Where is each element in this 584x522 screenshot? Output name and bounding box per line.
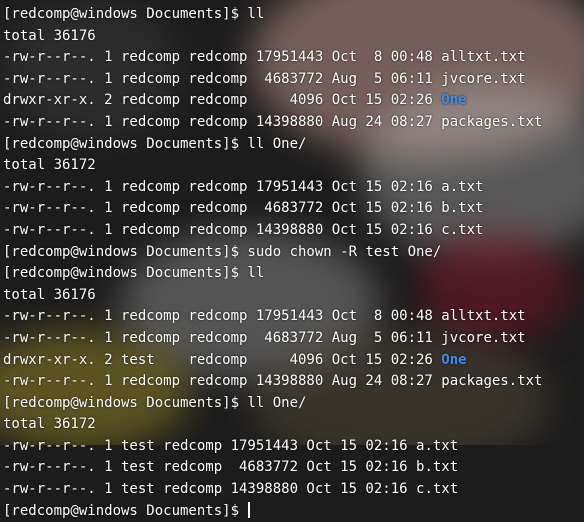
terminal-line: [redcomp@windows Documents]$ bbox=[3, 501, 584, 522]
terminal-text: jvcore.txt bbox=[441, 329, 526, 346]
terminal-text: -rw-r--r--. 1 test redcomp 14398880 Oct … bbox=[3, 481, 417, 498]
terminal-text: total 36176 bbox=[3, 286, 96, 303]
directory-name: One bbox=[441, 351, 467, 368]
terminal-text: a.txt bbox=[416, 437, 459, 454]
terminal-text: alltxt.txt bbox=[441, 308, 526, 325]
terminal-text: -rw-r--r--. 1 redcomp redcomp 4683772 Au… bbox=[3, 329, 442, 346]
terminal-text: -rw-r--r--. 1 redcomp redcomp 17951443 O… bbox=[3, 178, 442, 195]
terminal-line: -rw-r--r--. 1 redcomp redcomp 17951443 O… bbox=[3, 47, 584, 69]
terminal-text: -rw-r--r--. 1 redcomp redcomp 4683772 Au… bbox=[3, 70, 442, 87]
terminal-line: [redcomp@windows Documents]$ sudo chown … bbox=[3, 242, 584, 264]
terminal-line: -rw-r--r--. 1 redcomp redcomp 4683772 Au… bbox=[3, 69, 584, 91]
terminal-text: jvcore.txt bbox=[441, 70, 526, 87]
terminal-text: packages.txt bbox=[441, 373, 543, 390]
directory-name: One bbox=[441, 92, 467, 109]
text-cursor bbox=[248, 501, 251, 518]
terminal-text: b.txt bbox=[416, 459, 459, 476]
terminal-line: -rw-r--r--. 1 redcomp redcomp 17951443 O… bbox=[3, 306, 584, 328]
terminal-line: total 36172 bbox=[3, 155, 584, 177]
terminal-text: -rw-r--r--. 1 redcomp redcomp 14398880 A… bbox=[3, 113, 442, 130]
terminal-line: -rw-r--r--. 1 redcomp redcomp 4683772 Oc… bbox=[3, 198, 584, 220]
terminal-line: -rw-r--r--. 1 test redcomp 14398880 Oct … bbox=[3, 479, 584, 501]
terminal-line: -rw-r--r--. 1 redcomp redcomp 14398880 O… bbox=[3, 220, 584, 242]
terminal-text: total 36172 bbox=[3, 157, 96, 174]
terminal-text: [redcomp@windows Documents]$ sudo chown … bbox=[3, 243, 442, 260]
terminal-line: total 36176 bbox=[3, 285, 584, 307]
terminal-line: -rw-r--r--. 1 test redcomp 17951443 Oct … bbox=[3, 436, 584, 458]
terminal-line: -rw-r--r--. 1 redcomp redcomp 14398880 A… bbox=[3, 112, 584, 134]
terminal-text: drwxr-xr-x. 2 redcomp redcomp 4096 Oct 1… bbox=[3, 92, 442, 109]
terminal-text: -rw-r--r--. 1 test redcomp 17951443 Oct … bbox=[3, 437, 417, 454]
terminal-line: total 36172 bbox=[3, 414, 584, 436]
terminal-text: a.txt bbox=[441, 178, 484, 195]
terminal-line: [redcomp@windows Documents]$ ll bbox=[3, 263, 584, 285]
terminal-text: [redcomp@windows Documents]$ ll bbox=[3, 265, 265, 282]
terminal-text: -rw-r--r--. 1 test redcomp 4683772 Oct 1… bbox=[3, 459, 417, 476]
terminal-text: total 36176 bbox=[3, 27, 96, 44]
terminal-text: c.txt bbox=[416, 481, 459, 498]
terminal-text: -rw-r--r--. 1 redcomp redcomp 17951443 O… bbox=[3, 49, 442, 66]
terminal-text: -rw-r--r--. 1 redcomp redcomp 17951443 O… bbox=[3, 308, 442, 325]
terminal-text: b.txt bbox=[441, 200, 484, 217]
terminal-line: -rw-r--r--. 1 test redcomp 4683772 Oct 1… bbox=[3, 457, 584, 479]
terminal-text: total 36172 bbox=[3, 416, 96, 433]
terminal-line: drwxr-xr-x. 2 test redcomp 4096 Oct 15 0… bbox=[3, 350, 584, 372]
terminal-text: -rw-r--r--. 1 redcomp redcomp 4683772 Oc… bbox=[3, 200, 442, 217]
terminal-text: [redcomp@windows Documents]$ ll One/ bbox=[3, 394, 307, 411]
terminal-text: alltxt.txt bbox=[441, 49, 526, 66]
terminal-line: [redcomp@windows Documents]$ ll One/ bbox=[3, 393, 584, 415]
terminal-line: drwxr-xr-x. 2 redcomp redcomp 4096 Oct 1… bbox=[3, 90, 584, 112]
terminal-text: -rw-r--r--. 1 redcomp redcomp 14398880 A… bbox=[3, 373, 442, 390]
terminal-line: [redcomp@windows Documents]$ ll One/ bbox=[3, 134, 584, 156]
terminal-line: -rw-r--r--. 1 redcomp redcomp 17951443 O… bbox=[3, 177, 584, 199]
terminal-text: c.txt bbox=[441, 221, 484, 238]
terminal-text: [redcomp@windows Documents]$ ll bbox=[3, 6, 265, 22]
terminal-text: -rw-r--r--. 1 redcomp redcomp 14398880 O… bbox=[3, 221, 442, 238]
terminal-output[interactable]: [redcomp@windows Documents]$ ll total 361… bbox=[0, 0, 584, 519]
terminal-text: [redcomp@windows Documents]$ bbox=[3, 502, 248, 519]
terminal-text: [redcomp@windows Documents]$ ll One/ bbox=[3, 135, 307, 152]
terminal-line: -rw-r--r--. 1 redcomp redcomp 14398880 A… bbox=[3, 371, 584, 393]
terminal-line: [redcomp@windows Documents]$ ll bbox=[3, 4, 584, 26]
terminal-line: total 36176 bbox=[3, 26, 584, 48]
terminal-text: packages.txt bbox=[441, 113, 543, 130]
terminal-text: drwxr-xr-x. 2 test redcomp 4096 Oct 15 0… bbox=[3, 351, 442, 368]
terminal-line: -rw-r--r--. 1 redcomp redcomp 4683772 Au… bbox=[3, 328, 584, 350]
